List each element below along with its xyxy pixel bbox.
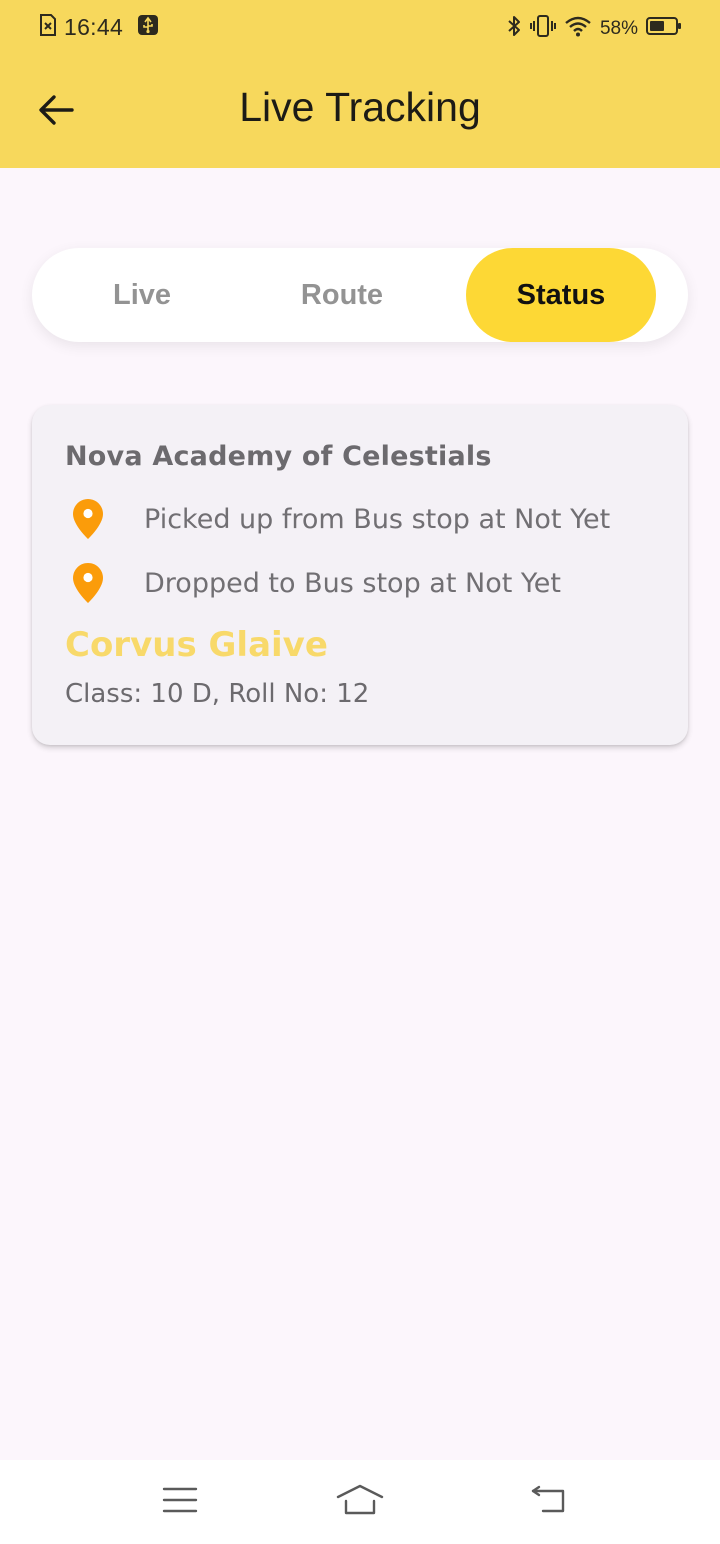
menu-icon [162, 1485, 198, 1520]
wifi-icon [564, 15, 592, 42]
pickup-row: Picked up from Bus stop at Not Yet [68, 497, 610, 541]
home-icon [335, 1483, 385, 1522]
tab-live[interactable]: Live [46, 248, 238, 342]
usb-debug-icon [137, 14, 159, 41]
sim-error-icon [38, 14, 58, 41]
back-icon [529, 1485, 567, 1520]
system-back-button[interactable] [518, 1478, 578, 1526]
location-pin-icon [68, 561, 108, 605]
pickup-status: Picked up from Bus stop at Not Yet [144, 503, 611, 535]
location-pin-icon [68, 497, 108, 541]
student-class-roll: Class: 10 D, Roll No: 12 [65, 679, 370, 709]
status-bar-right: 58% [506, 14, 682, 43]
tab-route[interactable]: Route [246, 248, 438, 342]
vibrate-icon [529, 14, 556, 43]
home-button[interactable] [330, 1478, 390, 1526]
battery-percent: 58% [599, 17, 638, 39]
status-time: 16:44 [64, 14, 124, 40]
tab-switcher: Live Route Status [32, 248, 688, 342]
app-bar: 16:44 58% Live Tracking [0, 0, 720, 168]
school-name: Nova Academy of Celestials [65, 441, 492, 472]
battery-icon [646, 16, 682, 41]
drop-status: Dropped to Bus stop at Not Yet [144, 567, 561, 599]
status-bar-left: 16:44 [38, 14, 159, 41]
tab-status[interactable]: Status [466, 248, 656, 342]
recent-apps-button[interactable] [150, 1478, 210, 1526]
status-bar: 16:44 58% [0, 0, 720, 56]
page-title: Live Tracking [239, 84, 481, 130]
bluetooth-icon [506, 14, 522, 43]
status-card: Nova Academy of Celestials Picked up fro… [32, 405, 688, 745]
system-nav-bar [0, 1460, 720, 1544]
student-name: Corvus Glaive [65, 625, 328, 665]
drop-row: Dropped to Bus stop at Not Yet [68, 561, 561, 605]
